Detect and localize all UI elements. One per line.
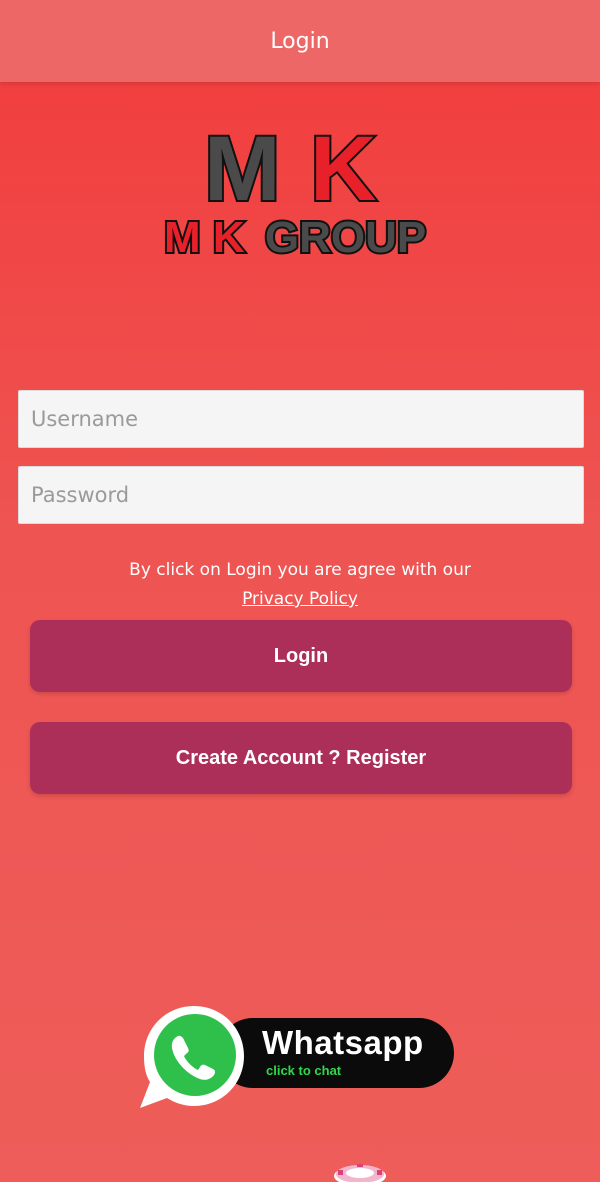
whatsapp-sublabel: click to chat (266, 1063, 342, 1078)
username-field[interactable] (18, 390, 584, 448)
logo-wordmark: M K GROUP (164, 213, 426, 260)
agreement-text: By click on Login you are agree with our (129, 560, 471, 580)
logo-wordmark-rest: GROUP (265, 213, 426, 260)
privacy-policy-link[interactable]: Privacy Policy (242, 589, 358, 609)
logo-wordmark-accent: M K (164, 213, 245, 260)
page-title: Login (270, 28, 330, 54)
logo-k-letter: K (310, 120, 376, 220)
mk-group-logo: M K M K GROUP (162, 120, 428, 260)
logo-m-letter: M (204, 120, 281, 220)
login-button[interactable]: Login (30, 620, 572, 692)
password-field[interactable] (18, 466, 584, 524)
top-app-bar: Login (0, 0, 600, 82)
whatsapp-label: Whatsapp (262, 1024, 424, 1061)
register-button[interactable]: Create Account ? Register (30, 722, 572, 794)
whatsapp-icon (140, 1006, 244, 1108)
chip-icon (334, 1164, 386, 1182)
agreement-text-block: By click on Login you are agree with our… (0, 556, 600, 614)
whatsapp-chat-button[interactable]: Whatsapp click to chat (138, 1000, 458, 1112)
